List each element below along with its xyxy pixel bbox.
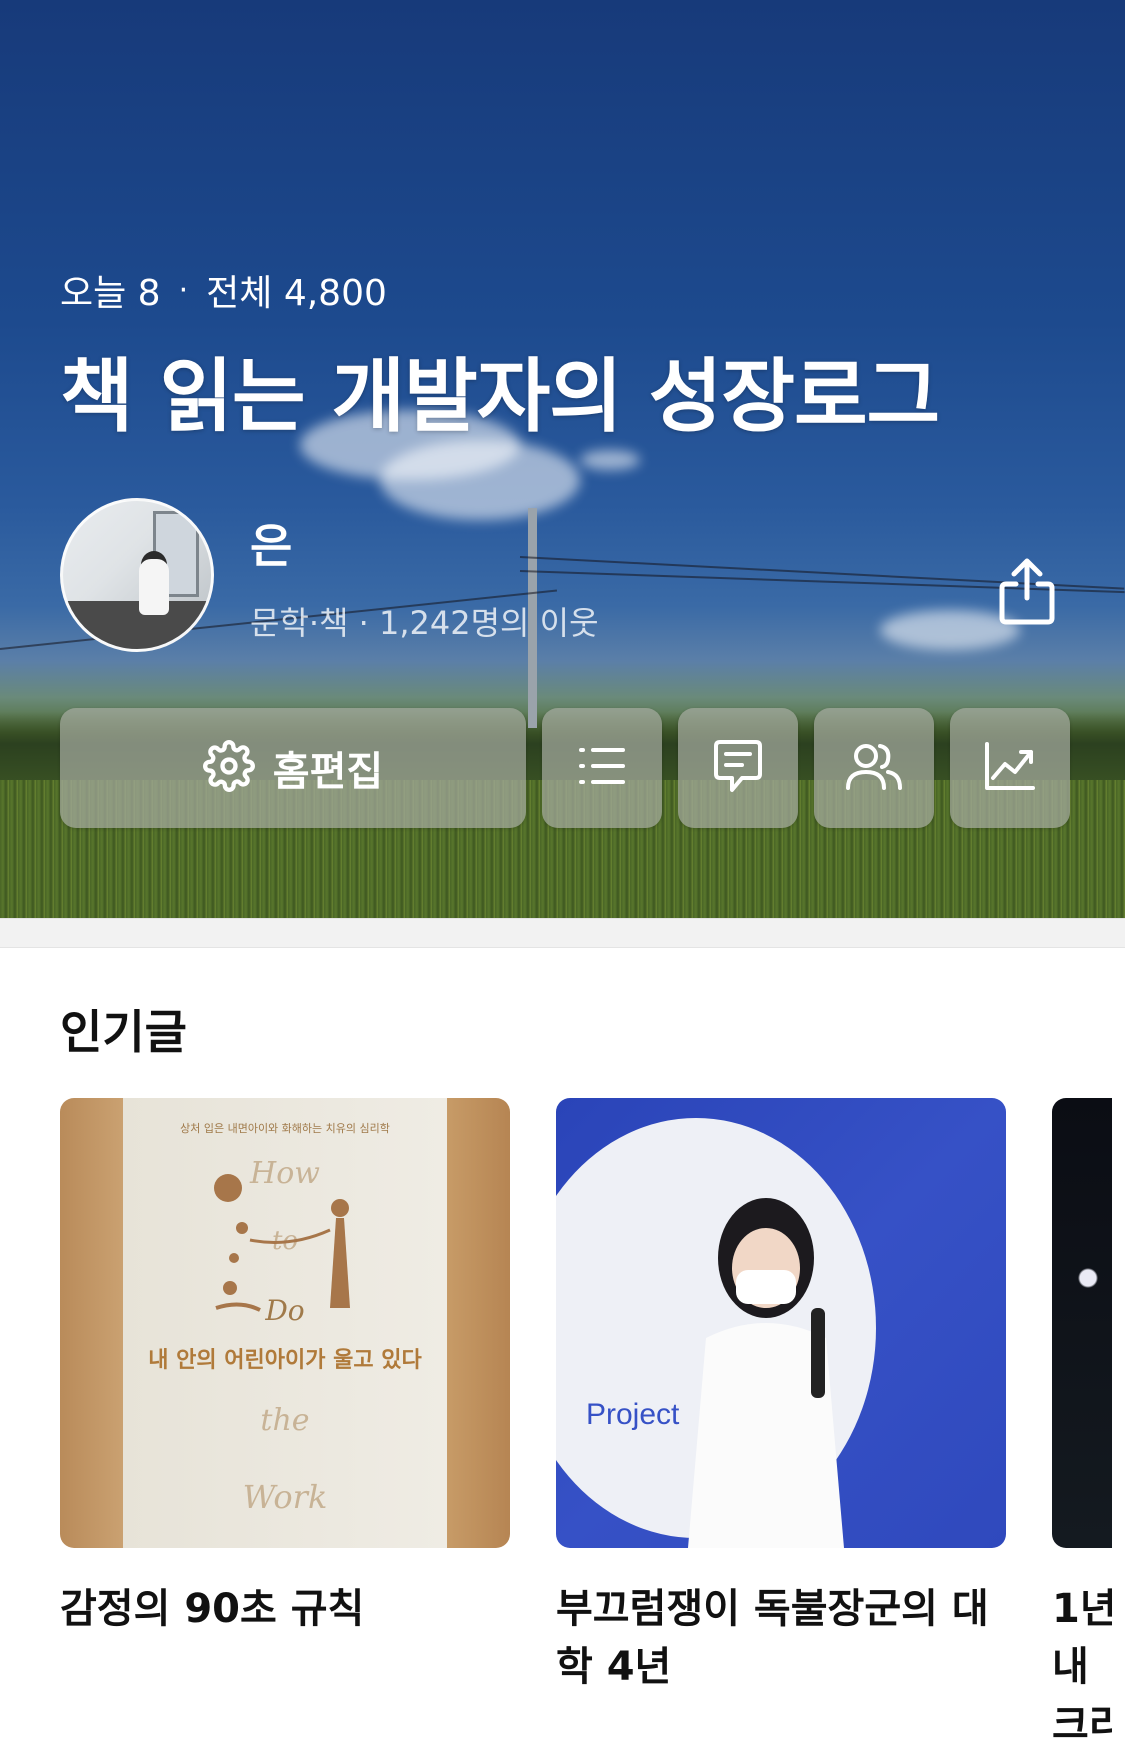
popular-post-card[interactable]: 상처 입은 내면아이와 화해하는 치유의 심리학 How to Do 내 안의 … [60, 1098, 510, 1754]
blog-title: 책 읽는 개발자의 성장로그 [60, 350, 940, 443]
book-cover-image: 상처 입은 내면아이와 화해하는 치유의 심리학 How to Do 내 안의 … [60, 1098, 510, 1548]
popular-post-title[interactable]: 감정의 90초 규칙 [60, 1580, 510, 1638]
popular-post-title[interactable]: 1년 내 크리 [1052, 1580, 1112, 1754]
book-cover-text: 내 안의 어린아이가 울고 있다 [148, 1347, 422, 1373]
night-lights-photo [1052, 1098, 1112, 1548]
statistics-button[interactable] [950, 708, 1070, 828]
book-cover-text: 상처 입은 내면아이와 화해하는 치유의 심리학 [180, 1122, 390, 1135]
home-edit-label: 홈편집 [272, 749, 384, 795]
comment-icon [712, 738, 764, 798]
people-icon [846, 740, 902, 796]
section-divider [0, 918, 1125, 948]
popular-posts-carousel[interactable]: 상처 입은 내면아이와 화해하는 치유의 심리학 How to Do 내 안의 … [60, 1098, 1125, 1754]
popular-post-title[interactable]: 부끄럼쟁이 독불장군의 대학 4년 [556, 1580, 1006, 1696]
blogger-name[interactable]: 은 [250, 510, 292, 576]
share-icon[interactable] [996, 556, 1058, 626]
popular-post-card[interactable]: Project 부끄럼쟁이 독불장군의 대학 4년 [556, 1098, 1006, 1754]
neighbors-button[interactable] [814, 708, 934, 828]
gear-icon [202, 740, 255, 796]
total-count: 전체 4,800 [206, 273, 387, 314]
popular-posts-heading: 인기글 [60, 1005, 187, 1059]
avatar-desk [63, 601, 211, 649]
book-cover-text: Work [242, 1478, 328, 1516]
avatar-person [139, 559, 169, 615]
book-illustration [214, 1174, 350, 1312]
home-action-bar: 홈편집 [60, 708, 1070, 828]
cloud-shape [580, 450, 640, 470]
trending-chart-icon [983, 740, 1037, 796]
avatar[interactable] [60, 498, 214, 652]
list-icon [577, 744, 627, 792]
visitor-stats: 오늘 8 · 전체 4,800 [60, 264, 387, 316]
stats-separator: · [178, 272, 189, 308]
popular-post-card[interactable]: 1년 내 크리 [1052, 1098, 1125, 1754]
cloud-shape [380, 440, 580, 520]
speaker-photo: Project [556, 1098, 1006, 1548]
book-cover-text: the [260, 1403, 310, 1438]
home-edit-button[interactable]: 홈편집 [60, 708, 526, 828]
speaker-figure [688, 1198, 844, 1548]
guestbook-button[interactable] [678, 708, 798, 828]
today-count: 오늘 8 [60, 273, 161, 314]
post-list-button[interactable] [542, 708, 662, 828]
blog-category-neighbors[interactable]: 문학·책 · 1,242명의 이웃 [250, 598, 599, 644]
